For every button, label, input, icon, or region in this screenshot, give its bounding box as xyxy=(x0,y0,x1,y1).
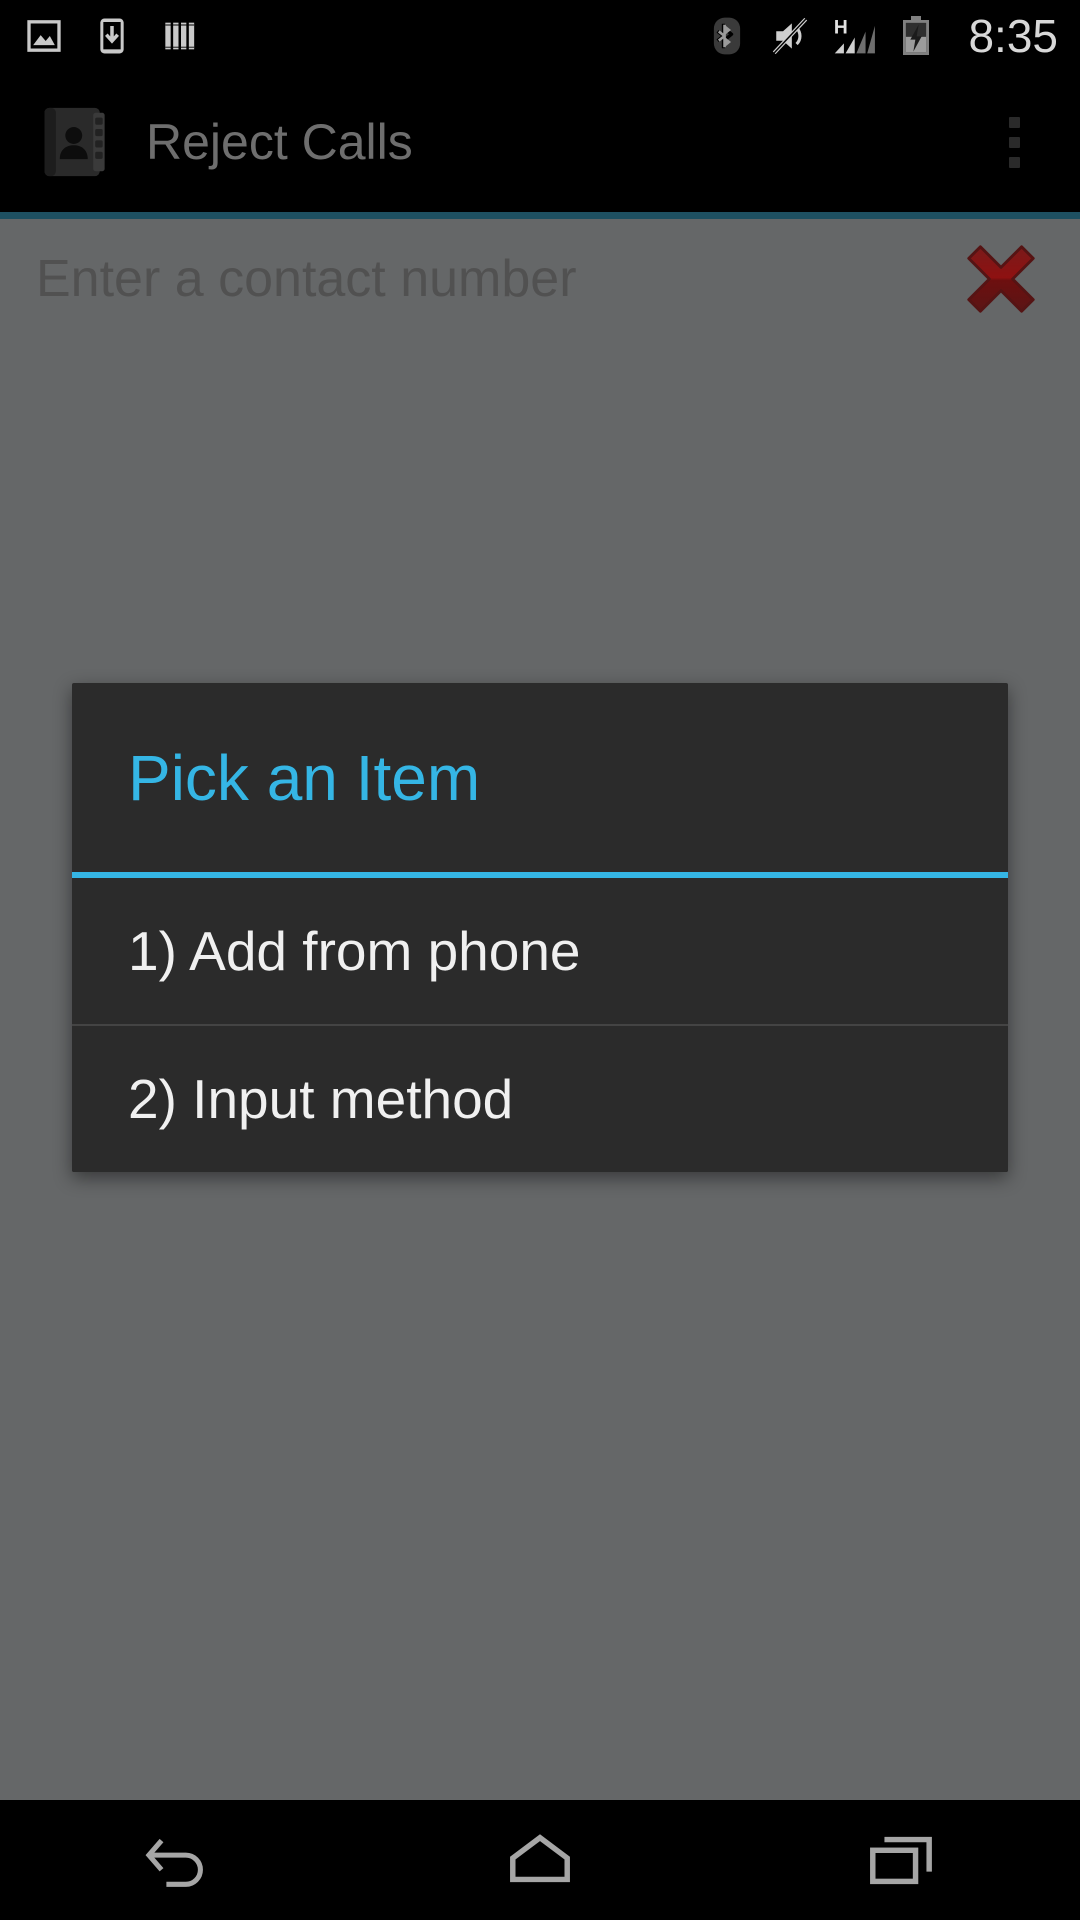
svg-text:H: H xyxy=(834,17,848,38)
overflow-dot xyxy=(1008,136,1020,148)
battery-charging-icon xyxy=(896,14,936,58)
volume-mute-icon xyxy=(768,14,812,58)
contact-number-row: Enter a contact number xyxy=(0,219,1080,339)
overflow-dot xyxy=(1008,116,1020,128)
overflow-dot xyxy=(1008,156,1020,168)
dialog-title-area: Pick an Item xyxy=(72,683,1008,872)
action-bar: Reject Calls xyxy=(0,72,1080,212)
red-x-clear-icon[interactable] xyxy=(958,236,1044,322)
recents-button[interactable] xyxy=(800,1800,1000,1920)
navigation-bar xyxy=(0,1800,1080,1920)
dialog-item-add-from-phone[interactable]: 1) Add from phone xyxy=(72,878,1008,1024)
android-screen: H 8:35 Reject Calls Enter a contact numb… xyxy=(0,0,1080,1920)
dialog-item-label: 2) Input method xyxy=(128,1067,514,1130)
back-button[interactable] xyxy=(80,1800,280,1920)
contacts-book-icon xyxy=(38,103,116,181)
download-to-device-icon xyxy=(92,16,132,56)
page-title: Reject Calls xyxy=(146,114,413,170)
overflow-menu-button[interactable] xyxy=(966,72,1062,212)
screenshot-image-icon xyxy=(24,16,64,56)
home-button[interactable] xyxy=(440,1800,640,1920)
pick-an-item-dialog: Pick an Item 1) Add from phone 2) Input … xyxy=(72,683,1008,1172)
dialog-title: Pick an Item xyxy=(128,741,481,814)
dialog-item-input-method[interactable]: 2) Input method xyxy=(72,1026,1008,1172)
status-bar-system-icons: H 8:35 xyxy=(706,13,1058,59)
barcode-bars-icon xyxy=(160,16,200,56)
network-hspa-icon: H xyxy=(832,14,876,58)
contact-number-input[interactable]: Enter a contact number xyxy=(36,249,958,309)
status-bar: H 8:35 xyxy=(0,0,1080,72)
dialog-item-label: 1) Add from phone xyxy=(128,919,581,982)
bluetooth-icon xyxy=(706,15,748,57)
status-clock: 8:35 xyxy=(968,10,1058,62)
accent-divider xyxy=(0,212,1080,219)
status-bar-notifications xyxy=(24,16,200,56)
